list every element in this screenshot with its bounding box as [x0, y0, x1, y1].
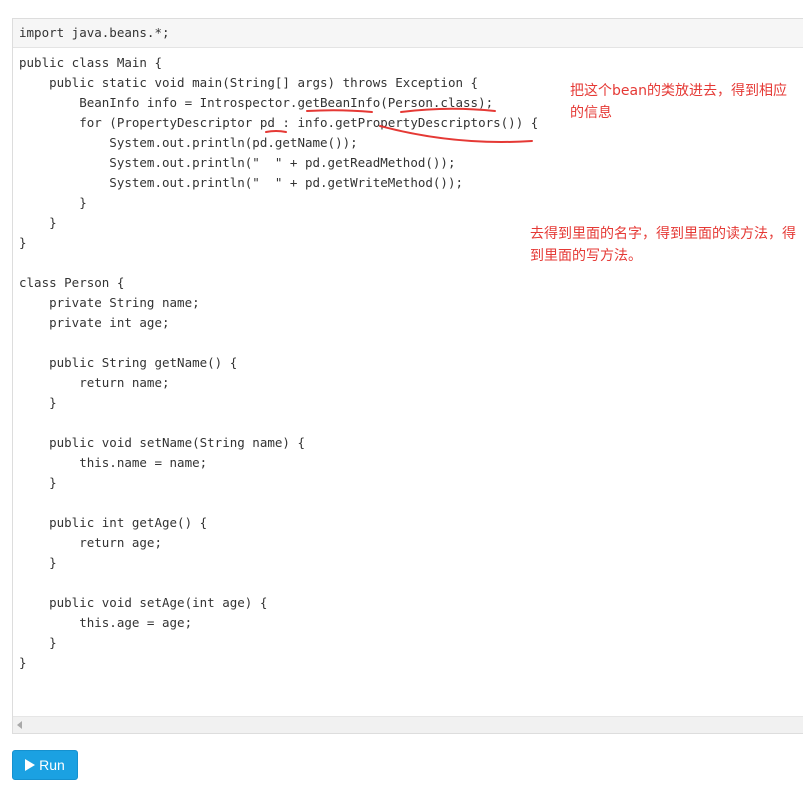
- code-line: public void setName(String name) {: [19, 435, 305, 450]
- code-line: public class Main {: [19, 55, 162, 70]
- code-line: this.age = age;: [19, 615, 193, 630]
- code-line: for (PropertyDescriptor pd : info.getPro…: [19, 115, 539, 130]
- code-line: System.out.println(" " + pd.getReadMetho…: [19, 155, 456, 170]
- code-line: }: [19, 555, 57, 570]
- code-line: public void setAge(int age) {: [19, 595, 268, 610]
- import-line: import java.beans.*;: [19, 25, 170, 40]
- code-line: this.name = name;: [19, 455, 208, 470]
- annotation-read-write: 去得到里面的名字，得到里面的读方法，得到里面的写方法。: [530, 226, 796, 264]
- code-line: }: [19, 635, 57, 650]
- code-line: }: [19, 475, 57, 490]
- code-line: }: [19, 215, 57, 230]
- import-section: import java.beans.*;: [13, 19, 803, 48]
- code-line: }: [19, 395, 57, 410]
- scroll-left-arrow-icon[interactable]: [17, 721, 22, 729]
- code-line: public String getName() {: [19, 355, 238, 370]
- code-line: class Person {: [19, 275, 125, 290]
- code-line: }: [19, 195, 87, 210]
- code-line: public int getAge() {: [19, 515, 208, 530]
- code-line: BeanInfo info = Introspector.getBeanInfo…: [19, 95, 494, 110]
- run-button[interactable]: Run: [12, 750, 78, 780]
- horizontal-scrollbar[interactable]: [13, 716, 803, 733]
- code-editor[interactable]: import java.beans.*; public class Main {…: [12, 18, 803, 734]
- annotation-bean-info: 把这个bean的类放进去，得到相应的信息: [570, 83, 787, 121]
- code-line: public static void main(String[] args) t…: [19, 75, 479, 90]
- code-line: System.out.println(" " + pd.getWriteMeth…: [19, 175, 464, 190]
- code-line: System.out.println(pd.getName());: [19, 135, 358, 150]
- play-icon: [25, 759, 36, 771]
- code-line: return age;: [19, 535, 162, 550]
- code-line: }: [19, 655, 27, 670]
- code-line: return name;: [19, 375, 170, 390]
- code-line: }: [19, 235, 27, 250]
- run-button-label: Run: [39, 757, 65, 773]
- code-line: private String name;: [19, 295, 200, 310]
- code-line: private int age;: [19, 315, 170, 330]
